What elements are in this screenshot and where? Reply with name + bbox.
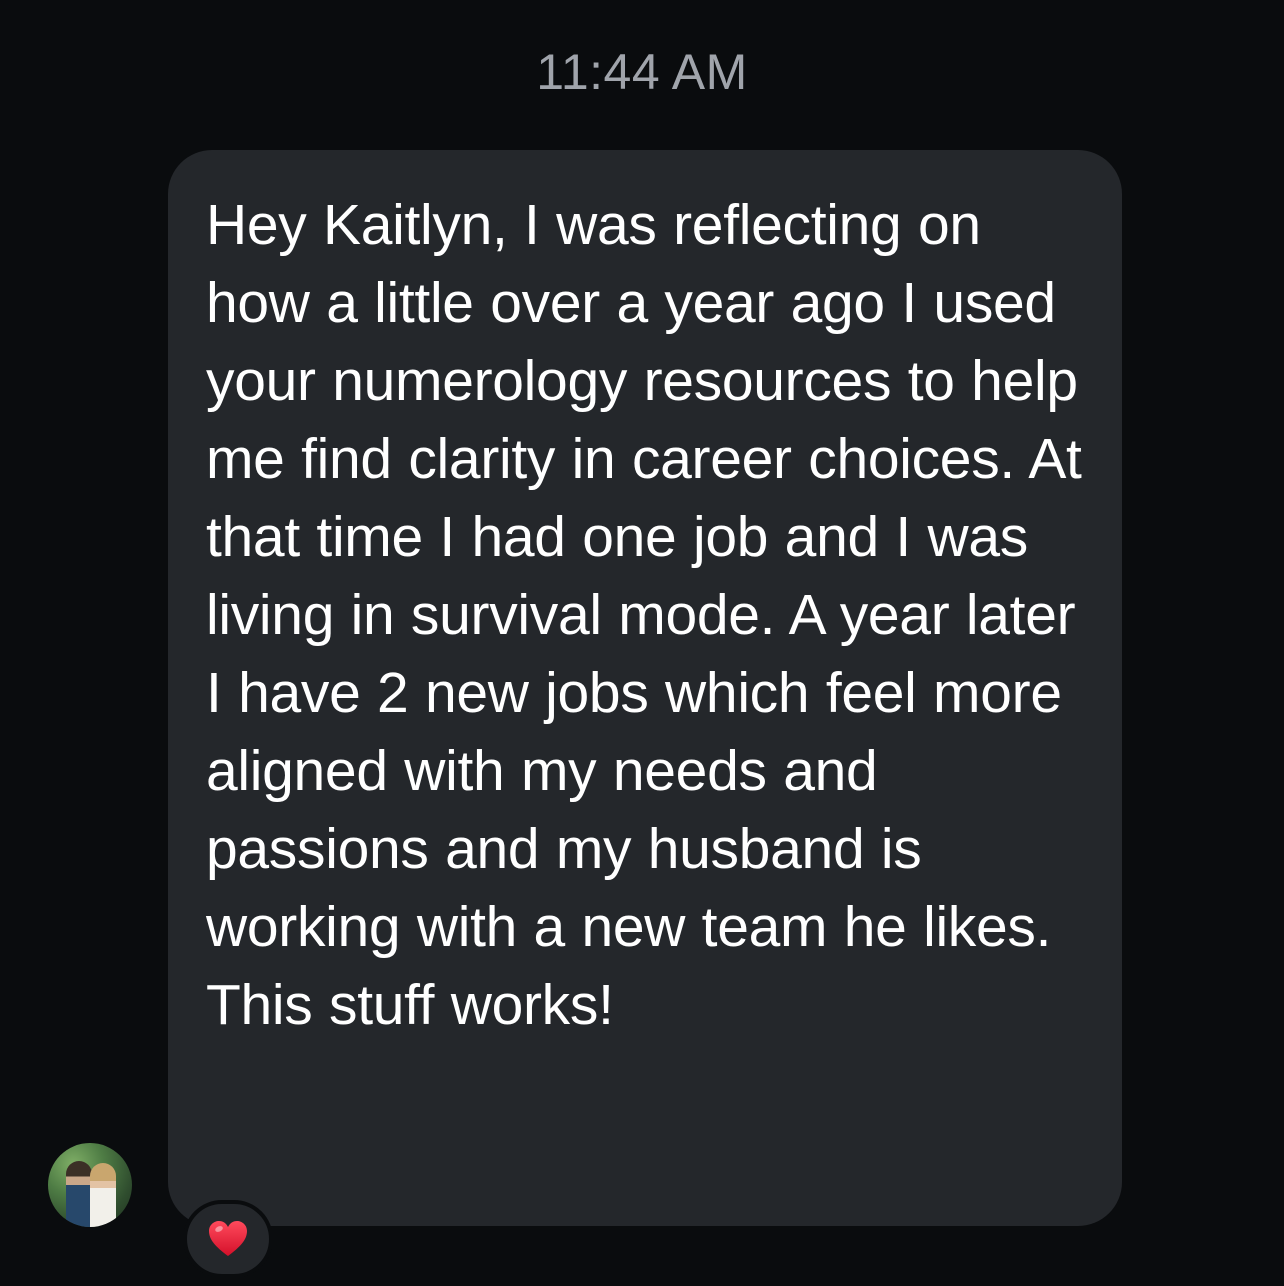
avatar-figure-right bbox=[90, 1163, 116, 1227]
reaction-badge[interactable] bbox=[183, 1200, 273, 1278]
timestamp: 11:44 AM bbox=[536, 44, 748, 100]
message-text: Hey Kaitlyn, I was reflecting on how a l… bbox=[206, 193, 1082, 1037]
heart-icon bbox=[209, 1221, 247, 1256]
sender-avatar[interactable] bbox=[48, 1143, 132, 1227]
avatar-figure-left bbox=[66, 1161, 92, 1227]
message-bubble[interactable]: Hey Kaitlyn, I was reflecting on how a l… bbox=[168, 150, 1122, 1226]
